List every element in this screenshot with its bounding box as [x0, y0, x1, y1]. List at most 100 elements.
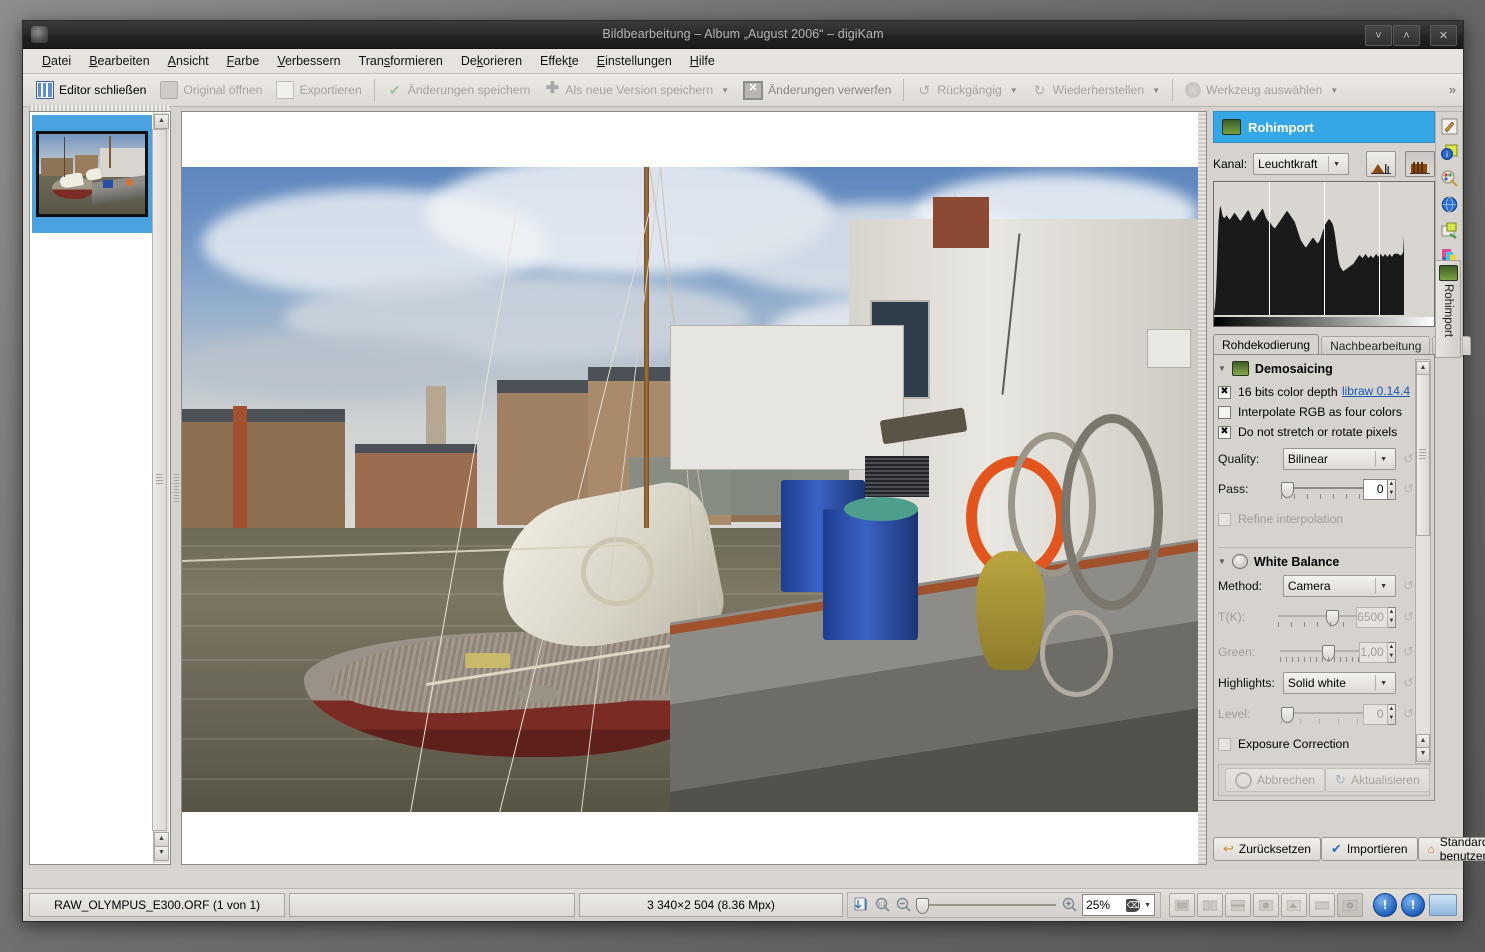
filmstrip-thumbnail-selected[interactable] — [32, 115, 152, 233]
checkbox-interpolate-rgb[interactable] — [1218, 405, 1231, 419]
close-editor-button[interactable]: Editor schließen — [29, 78, 153, 102]
close-button[interactable]: ✕ — [1430, 25, 1457, 46]
checkbox-exposure-correction[interactable] — [1218, 737, 1231, 751]
chevron-down-icon-redo[interactable]: ▼ — [1152, 86, 1160, 95]
chevron-down-icon-tool[interactable]: ▼ — [1330, 86, 1338, 95]
use-default-button[interactable]: ⌂ Standard benutzen — [1417, 835, 1485, 863]
thumb-view-4-icon[interactable] — [1253, 893, 1279, 917]
quality-select[interactable]: Bilinear ▼ — [1282, 448, 1397, 470]
checkbox-interpolate-rgb-row[interactable]: Interpolate RGB as four colors — [1218, 402, 1414, 422]
filmstrip-scroll-thumb[interactable] — [152, 129, 167, 831]
settings-scrollbar[interactable]: ▲ ▲ ▼ — [1415, 359, 1431, 764]
demosaicing-group-header[interactable]: ▼ Demosaicing — [1218, 361, 1414, 376]
menu-ansicht[interactable]: Ansicht — [159, 51, 218, 71]
open-original-button[interactable]: Original öffnen — [153, 78, 269, 102]
green-slider[interactable] — [1279, 642, 1360, 662]
pass-slider[interactable] — [1281, 479, 1363, 499]
toolbar-overflow-button[interactable]: » — [1449, 82, 1456, 97]
menu-transformieren[interactable]: Transformieren — [350, 51, 452, 71]
scroll-down-arrow[interactable]: ▲ — [154, 832, 169, 847]
level-value-field[interactable]: 0 — [1362, 703, 1388, 725]
menu-einstellungen[interactable]: Einstellungen — [588, 51, 681, 71]
colors-palette-icon[interactable] — [1438, 166, 1460, 190]
reset-quality-icon[interactable]: ↺ — [1403, 451, 1414, 467]
green-stepper[interactable]: ▲ ▼ — [1387, 641, 1397, 663]
histogram-display[interactable] — [1213, 181, 1435, 318]
thumb-view-2-icon[interactable] — [1197, 893, 1223, 917]
tab-rohdekodierung[interactable]: Rohdekodierung — [1213, 334, 1320, 355]
channel-select[interactable]: Leuchtkraft ▼ — [1253, 153, 1350, 175]
cancel-button[interactable]: Abbrechen — [1225, 768, 1326, 792]
minimize-button[interactable]: ˅ — [1365, 25, 1392, 46]
fit-to-window-icon[interactable] — [853, 897, 869, 913]
temperature-value-field[interactable]: 6500 — [1356, 606, 1388, 628]
over-exposure-indicator[interactable]: ! — [1401, 893, 1425, 917]
under-exposure-indicator[interactable]: ! — [1373, 893, 1397, 917]
tab-nachbearbeitung[interactable]: Nachbearbeitung — [1321, 336, 1431, 355]
reset-pass-icon[interactable]: ↺ — [1403, 481, 1414, 497]
pass-stepper[interactable]: ▲ ▼ — [1387, 478, 1397, 500]
white-balance-group-header[interactable]: ▼ White Balance — [1218, 554, 1414, 569]
checkbox-no-stretch[interactable]: ✖ — [1218, 425, 1231, 439]
temperature-slider[interactable] — [1278, 607, 1357, 627]
sidebar-item-rohimport[interactable]: Rohimport — [1435, 260, 1461, 358]
method-select[interactable]: Camera ▼ — [1282, 575, 1397, 597]
checkbox-exposure-row[interactable]: Exposure Correction — [1218, 734, 1414, 754]
logarithmic-histogram-button[interactable] — [1405, 151, 1435, 177]
menu-bearbeiten[interactable]: Bearbeiten — [80, 51, 158, 71]
maximize-button[interactable]: ˄ — [1393, 25, 1420, 46]
chevron-down-icon[interactable]: ▼ — [721, 86, 729, 95]
chevron-down-icon-zoom[interactable]: ▼ — [1144, 902, 1151, 909]
collapse-triangle-icon[interactable]: ▼ — [1218, 364, 1226, 373]
highlights-select[interactable]: Solid white ▼ — [1282, 672, 1397, 694]
scroll-up-arrow[interactable]: ▲ — [154, 114, 169, 129]
thumb-view-7-icon[interactable] — [1337, 893, 1363, 917]
redo-button[interactable]: ↻ Wiederherstellen ▼ — [1025, 79, 1167, 101]
level-slider[interactable] — [1281, 704, 1363, 724]
export-button[interactable]: Exportieren — [269, 78, 368, 102]
menu-verbessern[interactable]: Verbessern — [268, 51, 349, 71]
checkbox-refine-interpolation[interactable] — [1218, 512, 1231, 526]
zoom-100-icon[interactable]: 1:1 — [874, 897, 890, 913]
undo-button[interactable]: ↺ Rückgängig ▼ — [909, 79, 1024, 101]
thumb-view-3-icon[interactable] — [1225, 893, 1251, 917]
thumb-view-6-icon[interactable] — [1309, 893, 1335, 917]
save-new-version-button[interactable]: ✚ Als neue Version speichern ▼ — [537, 79, 736, 101]
reset-highlights-icon[interactable]: ↺ — [1403, 675, 1414, 691]
libraw-version-link[interactable]: libraw 0.14.4 — [1342, 384, 1410, 398]
linear-histogram-button[interactable] — [1366, 151, 1396, 177]
menu-farbe[interactable]: Farbe — [218, 51, 269, 71]
checkbox-no-stretch-row[interactable]: ✖ Do not stretch or rotate pixels — [1218, 422, 1414, 442]
thumb-view-5-icon[interactable] — [1281, 893, 1307, 917]
chevron-down-icon-undo[interactable]: ▼ — [1010, 86, 1018, 95]
collapse-triangle-icon-wb[interactable]: ▼ — [1218, 557, 1226, 566]
clear-icon[interactable]: ⌫ — [1126, 898, 1141, 912]
zoom-slider-handle[interactable] — [916, 898, 930, 914]
select-tool-button[interactable]: Werkzeug auswählen ▼ — [1178, 79, 1345, 101]
filmstrip-scrollbar[interactable]: ▲ ▲ ▼ — [152, 113, 169, 863]
menu-effekte[interactable]: Effekte — [531, 51, 588, 71]
checkbox-16bit[interactable]: ✖ — [1218, 385, 1231, 399]
zoom-value-box[interactable]: 25% ⌫ ▼ — [1082, 894, 1155, 916]
image-canvas[interactable] — [181, 111, 1207, 865]
menu-datei[interactable]: DDateiatei — [33, 51, 80, 71]
save-changes-button[interactable]: ✔ Änderungen speichern — [380, 79, 538, 101]
properties-pencil-icon[interactable] — [1438, 114, 1460, 138]
menu-dekorieren[interactable]: Dekorieren — [452, 51, 531, 71]
import-button[interactable]: ✔ Importieren — [1320, 837, 1418, 861]
discard-changes-button[interactable]: ✕ Änderungen verwerfen — [736, 78, 898, 103]
reset-temperature-icon[interactable]: ↺ — [1403, 609, 1414, 625]
reset-level-icon[interactable]: ↺ — [1403, 706, 1414, 722]
temperature-stepper[interactable]: ▲ ▼ — [1387, 606, 1397, 628]
captions-tag-icon[interactable] — [1438, 218, 1460, 242]
zoom-slider[interactable] — [916, 897, 1057, 914]
settings-scroll-thumb[interactable] — [1416, 374, 1430, 536]
canvas-scrollbar[interactable] — [1198, 112, 1206, 864]
pass-value-field[interactable]: 0 — [1362, 478, 1388, 500]
color-managed-view-icon[interactable] — [1429, 894, 1457, 916]
reset-green-icon[interactable]: ↺ — [1403, 644, 1414, 660]
thumb-view-1-icon[interactable] — [1169, 893, 1195, 917]
settings-scroll-down-2[interactable]: ▼ — [1416, 747, 1430, 762]
scroll-down-arrow-2[interactable]: ▼ — [154, 846, 169, 861]
level-stepper[interactable]: ▲ ▼ — [1387, 703, 1397, 725]
